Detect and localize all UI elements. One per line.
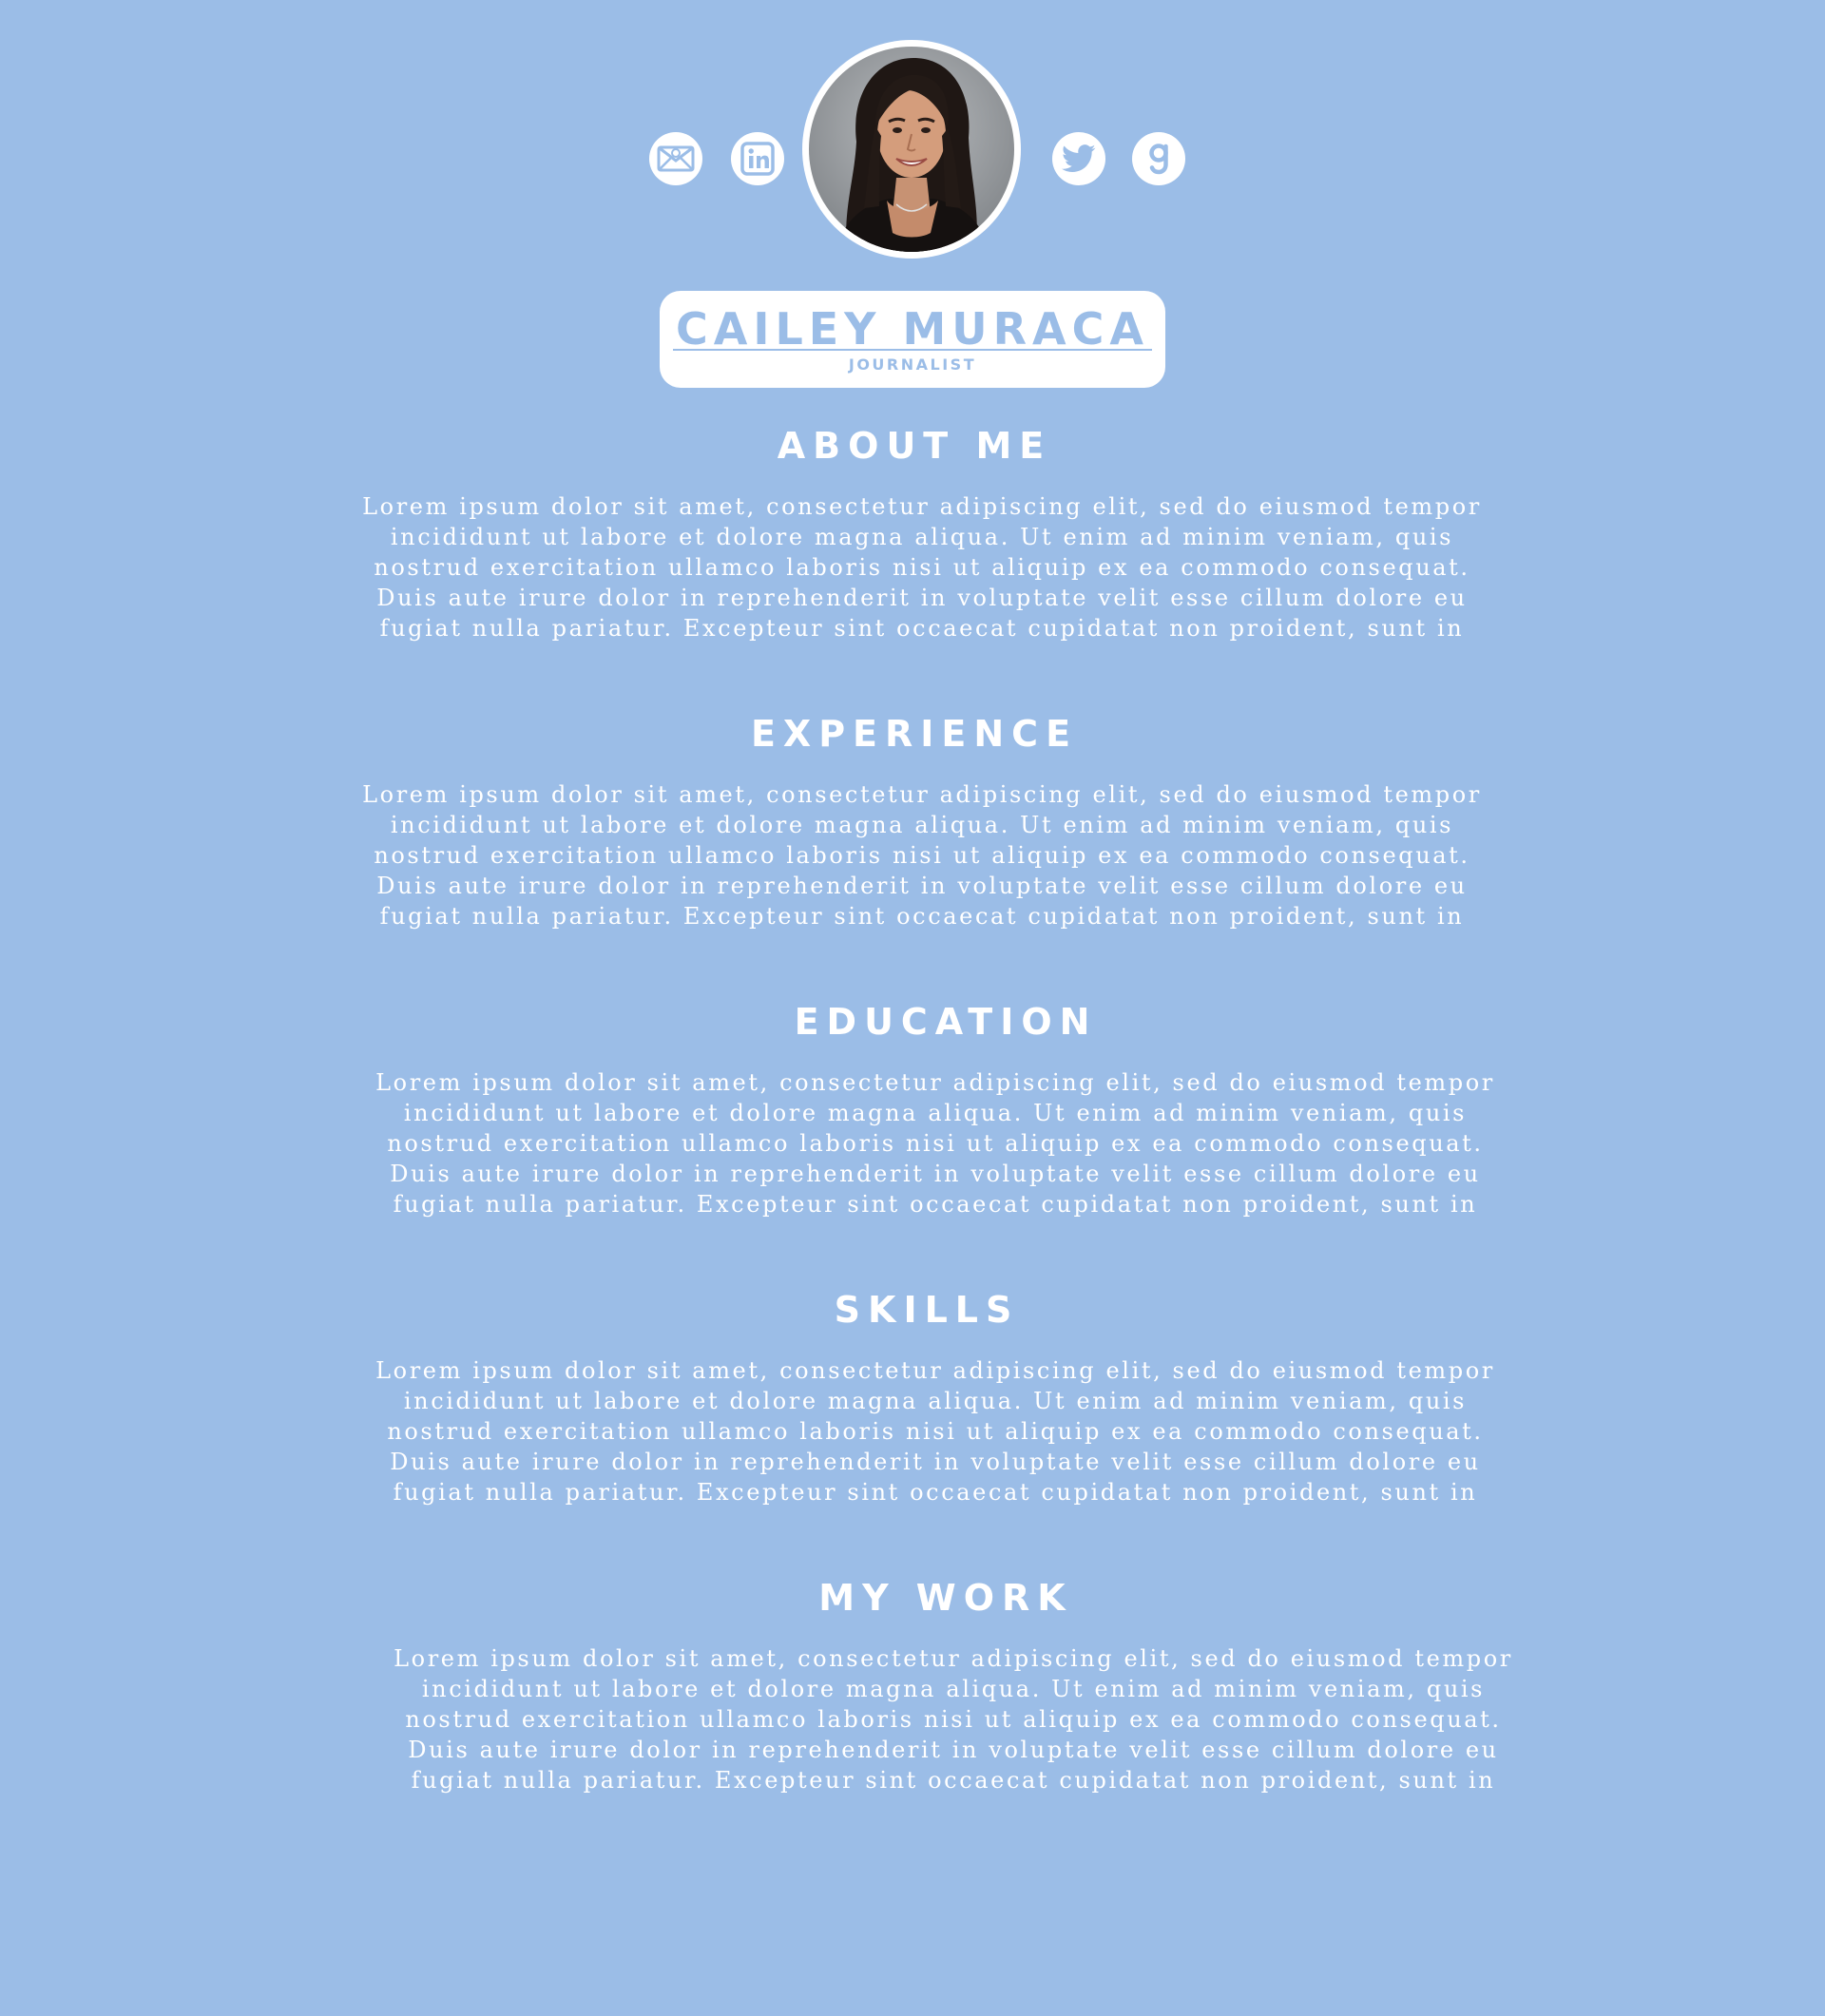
my-work-section: MY WORK Lorem ipsum dolor sit amet, cons… xyxy=(0,1577,1825,1794)
email-icon xyxy=(657,145,695,172)
linkedin-link[interactable] xyxy=(731,132,784,185)
section-heading: EDUCATION xyxy=(794,1001,1098,1043)
about-section: ABOUT ME Lorem ipsum dolor sit amet, con… xyxy=(0,425,1825,642)
section-heading: MY WORK xyxy=(818,1577,1073,1619)
education-section: EDUCATION Lorem ipsum dolor sit amet, co… xyxy=(0,1001,1825,1218)
section-body: Lorem ipsum dolor sit amet, consectetur … xyxy=(375,1069,1495,1218)
section-body: Lorem ipsum dolor sit amet, consectetur … xyxy=(362,493,1482,642)
section-body: Lorem ipsum dolor sit amet, consectetur … xyxy=(394,1645,1513,1794)
goodreads-link[interactable] xyxy=(1132,132,1185,185)
section-body: Lorem ipsum dolor sit amet, consectetur … xyxy=(362,781,1482,930)
twitter-link[interactable] xyxy=(1052,132,1105,185)
email-link[interactable] xyxy=(649,132,702,185)
skills-section: SKILLS Lorem ipsum dolor sit amet, conse… xyxy=(0,1289,1825,1506)
experience-section: EXPERIENCE Lorem ipsum dolor sit amet, c… xyxy=(0,713,1825,930)
avatar-frame xyxy=(802,40,1021,259)
section-heading: EXPERIENCE xyxy=(750,713,1079,755)
profile-photo xyxy=(809,47,1014,252)
avatar xyxy=(809,47,1014,252)
name-card: CAILEY MURACA JOURNALIST xyxy=(660,291,1165,388)
twitter-icon xyxy=(1062,144,1096,172)
name-divider xyxy=(673,349,1152,351)
profile-name: CAILEY MURACA xyxy=(675,303,1150,355)
section-heading: ABOUT ME xyxy=(777,425,1052,467)
section-heading: SKILLS xyxy=(834,1289,1020,1331)
section-body: Lorem ipsum dolor sit amet, consectetur … xyxy=(375,1357,1495,1506)
goodreads-icon xyxy=(1149,144,1168,175)
profile-title: JOURNALIST xyxy=(848,355,977,374)
linkedin-icon xyxy=(740,142,775,176)
